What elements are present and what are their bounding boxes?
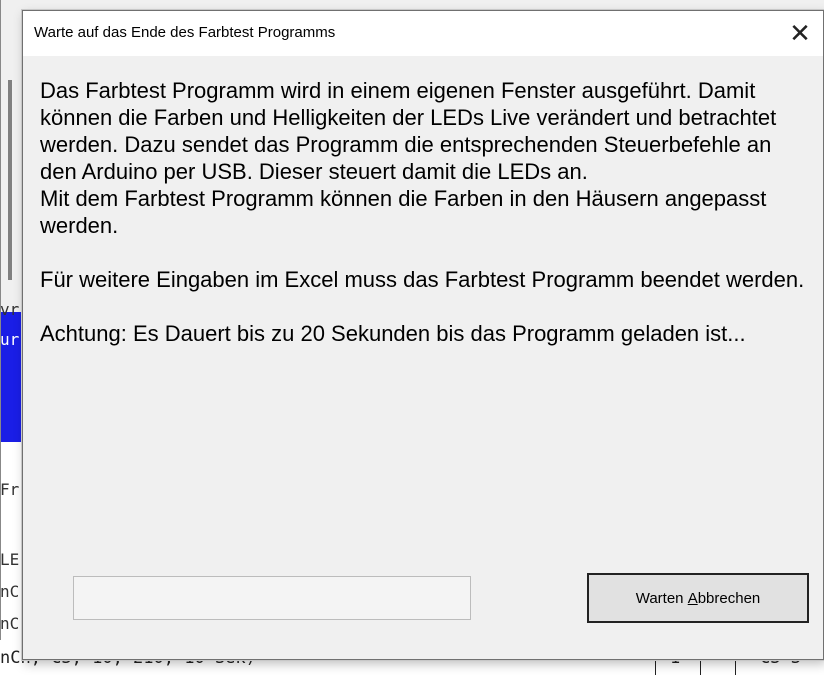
button-label-mnemonic: A: [687, 589, 698, 607]
background-fragment-text: vr: [0, 300, 20, 319]
close-button[interactable]: ✕: [777, 11, 823, 56]
dialog-message: Das Farbtest Programm wird in einem eige…: [40, 78, 805, 346]
background-fragment-text: LE: [0, 550, 20, 569]
progress-bar: [73, 576, 471, 620]
background-fragment-text: nC: [0, 614, 20, 633]
dialog-title: Warte auf das Ende des Farbtest Programm…: [34, 24, 336, 41]
button-label-prefix: Warten: [635, 589, 688, 607]
background-fragment-text: nC: [0, 582, 20, 601]
button-label-suffix: bbrechen: [697, 589, 761, 607]
cancel-wait-button[interactable]: Warten Abbrechen: [587, 573, 809, 623]
background-fragment-text: Fr: [0, 480, 20, 499]
dialog-titlebar[interactable]: Warte auf das Ende des Farbtest Programm…: [23, 11, 823, 56]
wait-dialog: Warte auf das Ende des Farbtest Programm…: [22, 10, 824, 660]
background-fragment-text: ur: [0, 330, 20, 349]
close-icon: ✕: [789, 18, 811, 49]
